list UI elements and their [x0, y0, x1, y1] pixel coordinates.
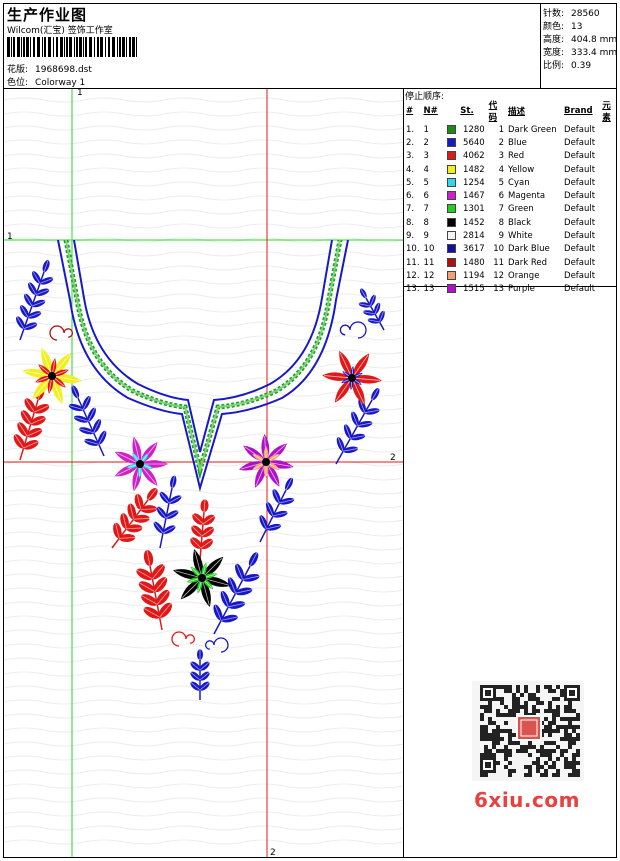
- table-row: 8. 8 1452 8 Black Default: [406, 217, 596, 228]
- table-header: # N# St. 代码 描述 Brand 元素: [406, 101, 611, 123]
- color-swatch: [446, 164, 456, 174]
- watermark-logo: 6xiu.com: [474, 788, 580, 812]
- stitch-texture: [4, 97, 403, 845]
- color-swatch: [446, 284, 456, 294]
- table-row: 3. 3 4062 3 Red Default: [406, 151, 596, 162]
- qr-code-icon: [472, 681, 584, 781]
- colorway: 色位: Colorway 1: [7, 78, 86, 88]
- table-row: 2. 2 5640 2 Blue Default: [406, 137, 596, 148]
- stop-sequence-table: # N# St. 代码 描述 Brand 元素 1. 1 1280 1 Dark Gre…: [404, 99, 620, 296]
- guide-label-h1: 1: [7, 232, 13, 242]
- info-width: 宽度: 333.4 mm: [543, 48, 618, 58]
- design-file: 花版: 1968698.dst: [7, 65, 92, 75]
- info-stitches: 针数: 28560: [543, 9, 600, 19]
- info-height: 高度: 404.8 mm: [543, 35, 618, 45]
- color-swatch: [446, 244, 456, 254]
- page-subtitle: Wilcom(汇宝) 签饰工作室: [7, 26, 113, 36]
- table-row: 10. 10 3617 10 Dark Blue Default: [406, 244, 596, 255]
- table-row: 13. 13 1515 13 Purple Default: [406, 284, 596, 295]
- color-swatch: [446, 124, 456, 134]
- color-swatch: [446, 177, 456, 187]
- table-row: 12. 12 1194 12 Orange Default: [406, 270, 596, 281]
- color-swatch: [446, 257, 456, 267]
- table-row: 1. 1 1280 1 Dark Green Default: [406, 124, 596, 135]
- barcode-icon: [7, 37, 137, 57]
- table-row: 5. 5 1254 5 Cyan Default: [406, 177, 596, 188]
- guide-label-h2: 2: [390, 453, 396, 463]
- guide-label-v2: 2: [270, 848, 276, 858]
- info-colors: 颜色: 13: [543, 22, 583, 32]
- color-swatch: [446, 191, 456, 201]
- color-swatch: [446, 270, 456, 280]
- info-scale: 比例: 0.39: [543, 61, 592, 71]
- embroidery-design-canvas: [4, 89, 403, 857]
- page-title: 生产作业图: [7, 6, 88, 24]
- color-swatch: [446, 231, 456, 241]
- color-swatch: [446, 151, 456, 161]
- production-sheet: 生产作业图 Wilcom(汇宝) 签饰工作室 花版: 1968698.dst 色位…: [0, 0, 620, 861]
- guide-label-v1: 1: [77, 88, 83, 98]
- color-swatch: [446, 137, 456, 147]
- table-row: 6. 6 1467 6 Magenta Default: [406, 191, 596, 202]
- table-row: 4. 4 1482 4 Yellow Default: [406, 164, 596, 175]
- table-row: 11. 11 1480 11 Dark Red Default: [406, 257, 596, 268]
- color-swatch: [446, 217, 456, 227]
- color-swatch: [446, 204, 456, 214]
- stop-rows: 1. 1 1280 1 Dark Green Default 2. 2 5640 2 Blue Def…: [404, 123, 620, 296]
- table-row: 7. 7 1301 7 Green Default: [406, 204, 596, 215]
- table-row: 9. 9 2814 9 White Default: [406, 231, 596, 242]
